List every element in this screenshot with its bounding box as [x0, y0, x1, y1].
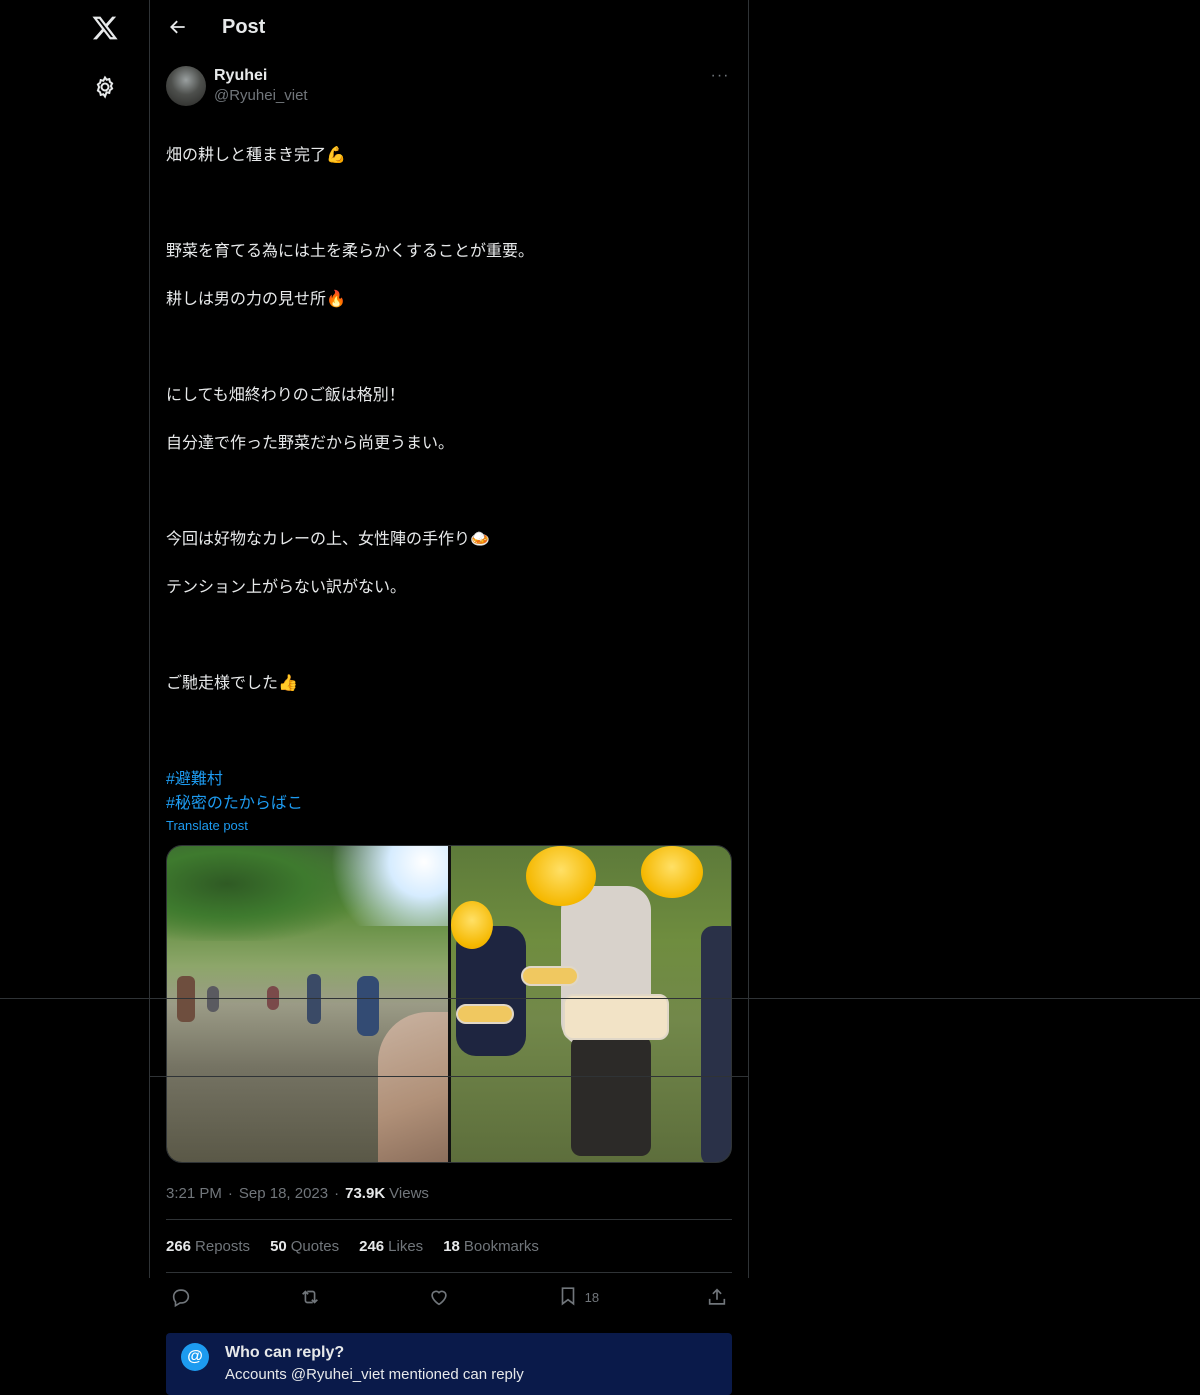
hashtags: #避難村 #秘密のたからばこ	[166, 768, 732, 816]
curry-plate	[562, 994, 669, 1040]
view-count: 73.9K	[345, 1184, 386, 1202]
post-line: 耕しは男の力の見せ所🔥	[166, 291, 346, 308]
hashtag-link[interactable]: #秘密のたからばこ	[166, 792, 732, 816]
reply-icon[interactable]	[170, 1286, 192, 1308]
avatar[interactable]	[166, 66, 206, 106]
engagement-stats: 266 Reposts 50 Quotes 246 Likes 18 Bookmarks	[166, 1220, 732, 1272]
post-line-blank	[166, 720, 732, 744]
post-line: ご馳走様でした👍	[166, 675, 298, 692]
post-line: 畑の耕しと種まき完了💪	[166, 147, 346, 164]
post-author: Ryuhei @Ryuhei_viet ···	[166, 66, 732, 106]
repost-icon[interactable]	[299, 1286, 321, 1308]
bookmark-icon	[557, 1285, 579, 1310]
post-meta: 3:21 PM · Sep 18, 2023 · 73.9K Views	[166, 1184, 429, 1202]
post-line-blank	[166, 336, 732, 360]
user-handle[interactable]: @Ryuhei_viet	[214, 86, 308, 106]
post-media	[166, 845, 732, 1163]
views-label: Views	[389, 1184, 429, 1202]
plate	[520, 966, 579, 986]
photo-field-work[interactable]	[167, 846, 448, 1162]
post-date[interactable]: Sep 18, 2023	[239, 1185, 328, 1202]
bookmarks-stat[interactable]: 18 Bookmarks	[443, 1238, 539, 1255]
header: Post	[150, 0, 748, 54]
viewport-line	[0, 998, 1200, 999]
translate-post-link[interactable]: Translate post	[166, 818, 732, 833]
post-text: 畑の耕しと種まき完了💪 野菜を育てる為には土を柔らかくすることが重要。 耕しは男…	[166, 120, 732, 768]
action-bar: 18	[166, 1273, 732, 1321]
bookmark-button[interactable]: 18	[557, 1285, 599, 1310]
gear-icon[interactable]	[91, 73, 119, 101]
who-can-reply-title: Who can reply?	[225, 1344, 345, 1361]
plate	[455, 1004, 514, 1024]
reposts-stat[interactable]: 266 Reposts	[166, 1238, 250, 1255]
post-line: にしても畑終わりのご飯は格別！	[166, 387, 405, 404]
quotes-stat[interactable]: 50 Quotes	[270, 1238, 339, 1255]
bookmark-count: 18	[584, 1289, 600, 1305]
post-line-blank	[166, 624, 732, 648]
post-line: 野菜を育てる為には土を柔らかくすることが重要。	[166, 243, 535, 260]
at-mention-icon: @	[181, 1343, 209, 1371]
more-options-icon[interactable]: ···	[708, 66, 732, 86]
hashtag-link[interactable]: #避難村	[166, 768, 732, 792]
post-line: テンション上がらない訳がない。	[166, 579, 407, 596]
page-title: Post	[222, 15, 266, 38]
who-can-reply-subtitle: Accounts @Ryuhei_viet mentioned can repl…	[225, 1366, 524, 1383]
likes-stat[interactable]: 246 Likes	[359, 1238, 423, 1255]
post: Ryuhei @Ryuhei_viet ··· 畑の耕しと種まき完了💪 野菜を育…	[150, 66, 748, 1395]
post-line: 今回は好物なカレーの上、女性陣の手作り🍛	[166, 531, 490, 548]
post-line: 自分達で作った野菜だから尚更うまい。	[166, 435, 455, 452]
photo-curry-meal[interactable]	[447, 846, 731, 1162]
like-icon[interactable]	[428, 1286, 450, 1308]
back-arrow-icon[interactable]	[150, 17, 206, 37]
post-line-blank	[166, 192, 732, 216]
x-logo-icon[interactable]	[89, 12, 121, 44]
smirk-emoji-icon	[640, 846, 703, 898]
display-name[interactable]: Ryuhei	[214, 66, 308, 86]
post-line-blank	[166, 480, 732, 504]
sunglasses-emoji-icon	[525, 846, 596, 906]
divider	[150, 1076, 748, 1077]
post-time[interactable]: 3:21 PM	[166, 1185, 222, 1202]
left-nav	[0, 0, 149, 1278]
who-can-reply-box: @ Who can reply? Accounts @Ryuhei_viet m…	[166, 1333, 732, 1395]
share-icon[interactable]	[706, 1286, 728, 1308]
kissing-emoji-icon	[450, 901, 493, 949]
post-column: Post Ryuhei @Ryuhei_viet ··· 畑の耕しと種まき完了💪…	[149, 0, 749, 1395]
